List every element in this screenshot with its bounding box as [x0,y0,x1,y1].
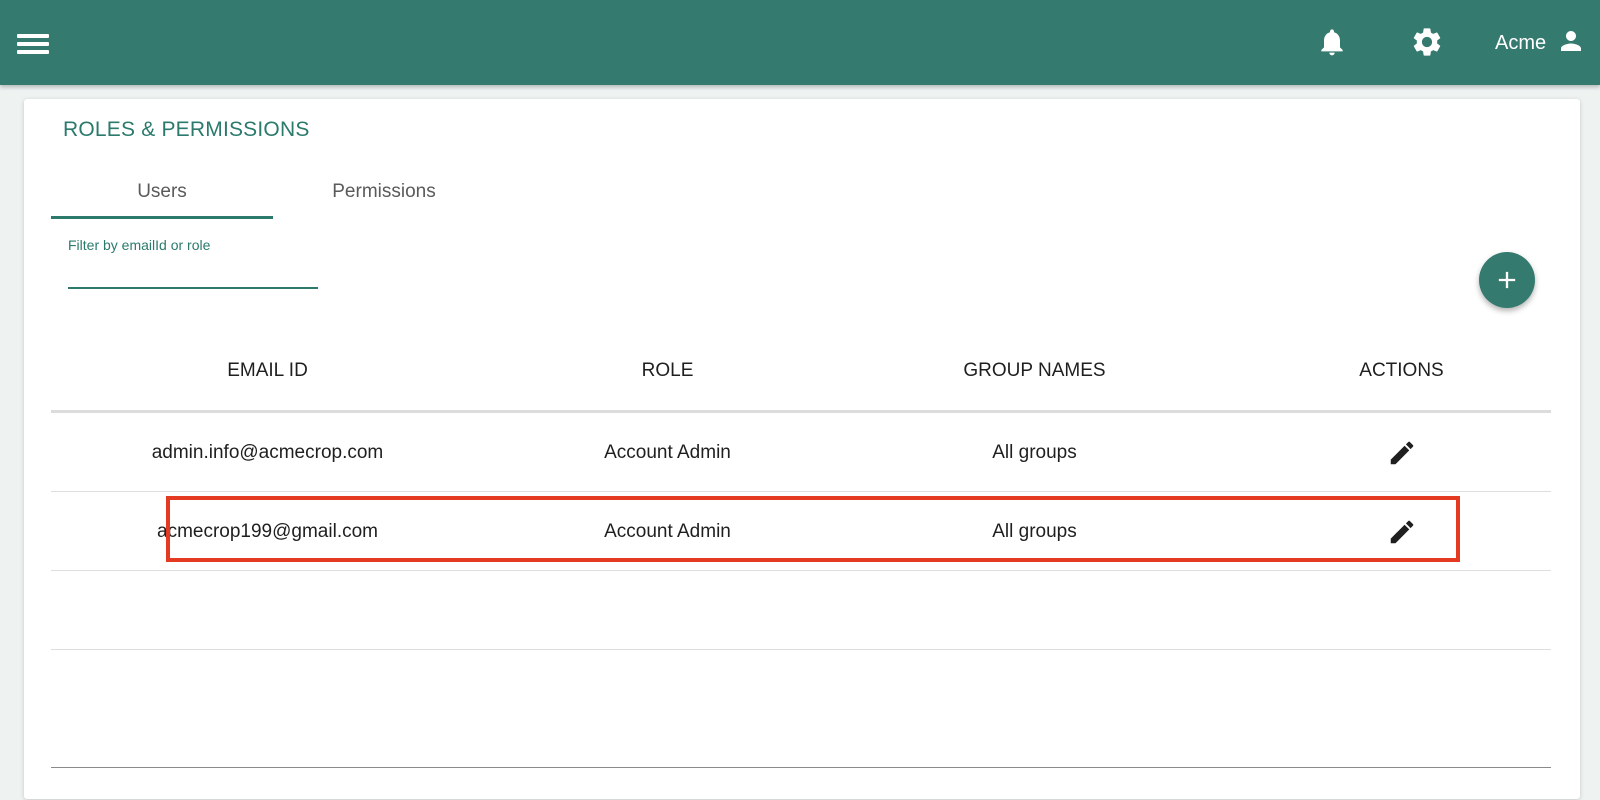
column-header-actions: ACTIONS [1359,360,1444,381]
bell-icon[interactable] [1316,24,1348,60]
email-cell: acmecrop199@gmail.com [157,520,378,542]
role-cell: Account Admin [604,441,731,463]
email-cell: admin.info@acmecrop.com [151,441,384,463]
edit-icon[interactable] [1382,512,1422,552]
filter-label: Filter by emailId or role [68,237,211,253]
menu-icon[interactable] [14,28,54,60]
top-app-bar: Acme [0,0,1600,85]
table-bottom-divider [51,767,1551,768]
gear-icon[interactable] [1410,24,1444,60]
role-cell: Account Admin [604,520,731,542]
filter-input[interactable] [68,259,318,289]
roles-permissions-card: ROLES & PERMISSIONS Users Permissions Fi… [24,99,1580,799]
group-names-cell: All groups [992,441,1077,463]
add-user-button[interactable] [1479,252,1535,308]
plus-icon [1498,271,1516,289]
users-table: EMAIL ID ROLE GROUP NAMES ACTIONS admin.… [51,329,1551,650]
user-menu-button[interactable]: Acme [1495,26,1586,60]
column-header-group-names[interactable]: GROUP NAMES [851,329,1218,413]
group-names-cell: All groups [992,520,1077,542]
edit-icon[interactable] [1382,433,1422,473]
tab-permissions[interactable]: Permissions [273,165,495,219]
column-header-role[interactable]: ROLE [484,329,851,413]
tab-users[interactable]: Users [51,165,273,219]
column-header-email[interactable]: EMAIL ID [51,329,484,413]
table-row: acmecrop199@gmail.com Account Admin All … [51,492,1551,571]
active-tab-indicator [51,216,273,219]
user-name: Acme [1495,31,1547,54]
actions-cell [1218,413,1585,492]
person-icon [1556,26,1586,61]
actions-cell [1218,492,1585,571]
page-title: ROLES & PERMISSIONS [63,118,310,141]
table-row: admin.info@acmecrop.com Account Admin Al… [51,413,1551,492]
table-header: EMAIL ID ROLE GROUP NAMES ACTIONS [51,329,1551,413]
empty-table-row [51,571,1551,650]
